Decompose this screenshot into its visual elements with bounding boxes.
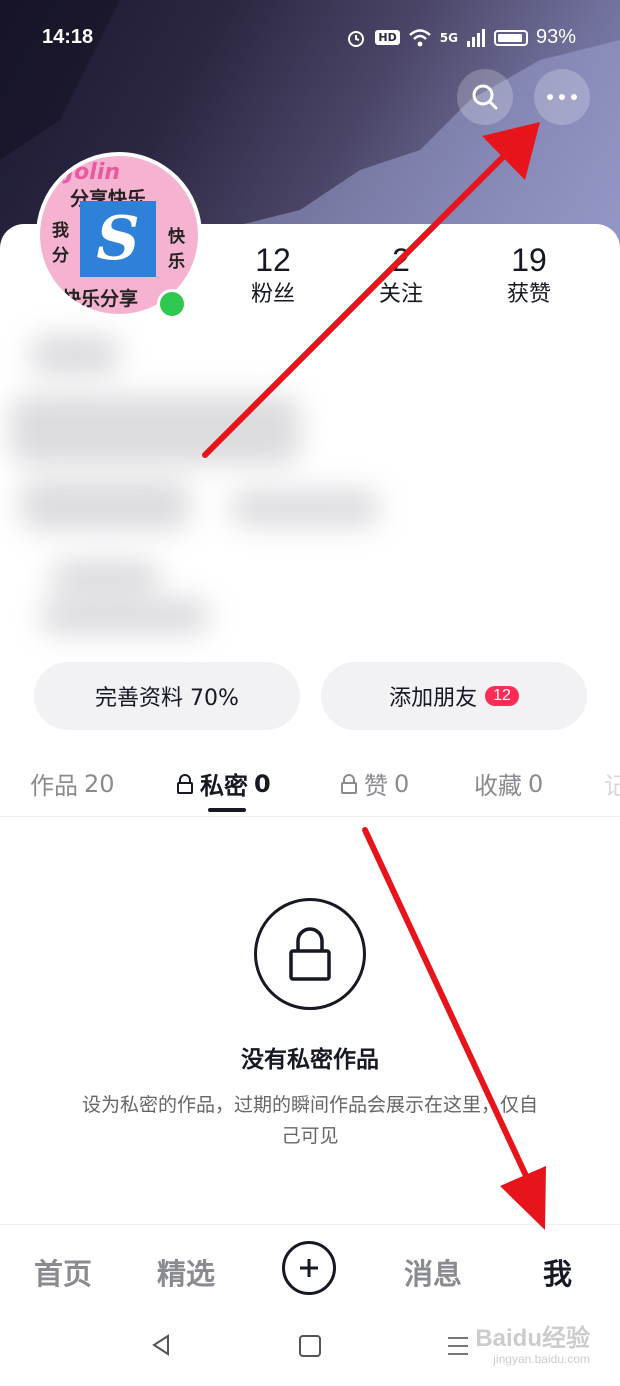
hd-indicator: HD [375,30,400,45]
add-friend-button[interactable]: 添加朋友 12 [321,662,587,730]
create-button[interactable] [282,1241,336,1295]
lock-icon [177,773,193,794]
status-time: 14:18 [42,26,94,48]
more-button[interactable] [534,69,590,125]
stat-likes[interactable]: 19 获赞 [474,240,584,310]
menu-icon[interactable] [446,1334,470,1358]
tab-favorites[interactable]: 收藏 0 [474,766,543,801]
lock-icon [289,927,331,981]
profile-tabs: 作品 20 私密 0 赞 0 收藏 0 记 [0,760,620,817]
empty-state-title: 没有私密作品 [241,1047,379,1073]
tab-more[interactable]: 记 [604,766,620,801]
empty-state-description: 设为私密的作品，过期的瞬间作品会展示在这里，仅自己可见 [81,1094,538,1147]
complete-profile-button[interactable]: 完善资料 70% [34,662,300,730]
battery-icon [493,29,528,46]
status-bar: 14:18 HD 5G 93% [0,20,620,56]
stat-following[interactable]: 2 关注 [346,240,456,310]
search-icon [472,84,498,110]
active-tab-indicator [208,808,246,812]
search-button[interactable] [457,69,513,125]
alarm-icon [348,30,365,47]
more-dots-icon [547,94,577,100]
lock-icon [341,773,357,794]
watermark-url: jingyan.baidu.com [493,1352,590,1366]
back-icon[interactable] [148,1332,174,1358]
avatar-logo-letter: S [96,204,140,274]
bottom-nav: 首页 精选 消息 我 [0,1224,620,1315]
complete-profile-label: 完善资料 70% [95,686,239,711]
empty-lock-badge [254,898,366,1010]
stat-followers[interactable]: 12 粉丝 [218,240,328,310]
home-square-icon[interactable] [298,1334,322,1358]
network-type: 5G [439,30,458,45]
wifi-icon [408,28,431,46]
add-friend-label: 添加朋友 [389,686,478,711]
signal-icon [466,28,485,47]
add-friend-badge: 12 [485,686,519,706]
plus-icon [300,1259,318,1277]
nav-me[interactable]: 我 [543,1251,572,1293]
tab-private[interactable]: 私密 0 [176,766,271,801]
nav-home[interactable]: 首页 [34,1251,92,1293]
watermark-brand: Baidu经验 [475,1325,590,1352]
tab-liked[interactable]: 赞 0 [340,766,409,801]
nav-featured[interactable]: 精选 [157,1251,215,1293]
nav-messages[interactable]: 消息 [404,1251,462,1293]
tab-works[interactable]: 作品 20 [30,766,115,801]
battery-percent: 93% [535,26,576,48]
online-status-dot [157,289,187,319]
